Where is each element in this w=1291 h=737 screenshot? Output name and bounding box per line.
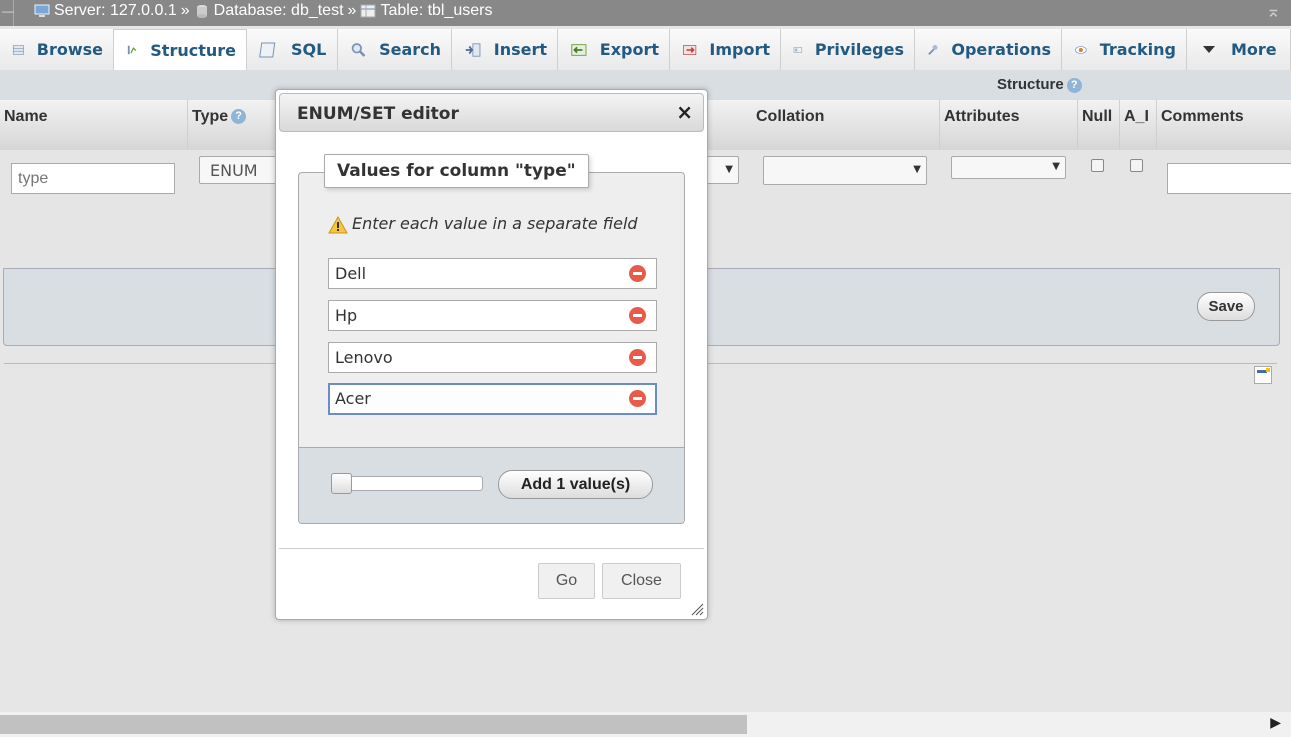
enum-value-input[interactable]: Hp [328,300,657,331]
column-header-ai: A_I [1120,100,1157,150]
close-icon[interactable]: × [676,100,693,124]
tab-label: More [1231,40,1277,59]
tab-structure[interactable]: Structure [114,29,247,70]
breadcrumb-separator: » [180,2,190,19]
structure-label: Structure? [997,76,1082,93]
tab-label: Search [379,40,441,59]
go-button[interactable]: Go [538,563,595,599]
tab-label: Export [599,40,659,59]
tab-bar: Browse Structure SQL Search Insert Expor… [0,29,1291,70]
column-header-attributes: Attributes [940,100,1078,150]
breadcrumb-table[interactable]: Table: tbl_users [380,2,492,20]
resize-grip-icon[interactable] [690,602,704,616]
null-checkbox[interactable] [1091,159,1104,172]
attributes-select[interactable]: ▼ [951,156,1066,179]
collation-select[interactable]: ▼ [763,156,927,185]
help-icon[interactable]: ? [231,109,247,125]
help-icon[interactable]: ? [1066,77,1082,93]
scrollbar-thumb[interactable] [0,715,747,734]
values-legend: Values for column "type" [324,154,589,188]
dialog-title: ENUM/SET editor [297,104,459,124]
enum-value-input[interactable]: Dell [328,258,657,289]
breadcrumb-bar: — Server: 127.0.0.1 » Database: db_test … [0,0,1291,26]
tab-operations[interactable]: Operations [915,29,1062,70]
tab-label: SQL [291,40,327,59]
breadcrumb: Server: 127.0.0.1 » Database: db_test » … [34,2,493,20]
browse-icon [12,44,24,55]
tab-export[interactable]: Export [558,29,670,70]
tab-insert[interactable]: Insert [452,29,558,70]
tab-tracking[interactable]: Tracking [1062,29,1187,70]
tab-label: Structure [150,40,236,60]
dialog-divider [279,548,704,549]
import-icon [683,44,697,55]
horizontal-scrollbar[interactable]: ▶ [0,712,1291,737]
tab-label: Insert [493,40,547,59]
remove-value-icon[interactable] [629,307,646,324]
remove-value-icon[interactable] [629,349,646,366]
tab-import[interactable]: Import [670,29,781,70]
value-count-slider[interactable] [331,473,483,494]
enum-set-editor-dialog: ENUM/SET editor × Values for column "typ… [275,89,708,620]
column-type-select[interactable]: ENUM [199,156,279,184]
remove-value-icon[interactable] [629,390,646,407]
tab-label: Privileges [814,40,904,59]
export-icon [571,43,587,56]
tab-sql[interactable]: SQL [247,29,338,70]
eye-icon [1075,45,1087,54]
triangle-down-icon [1203,45,1215,53]
warning-icon [328,215,348,233]
column-header-comments: Comments [1161,108,1244,125]
collapse-icon[interactable]: ⌅ [1266,1,1281,22]
column-header-null: Null [1078,100,1120,150]
navigation-toggle[interactable]: — [0,0,14,26]
breadcrumb-separator: » [347,2,357,19]
dialog-titlebar[interactable]: ENUM/SET editor × [279,93,704,132]
scroll-right-icon[interactable]: ▶ [1270,715,1281,731]
close-button[interactable]: Close [602,563,681,599]
add-values-button[interactable]: Add 1 value(s) [498,470,653,499]
save-button[interactable]: Save [1197,292,1255,321]
tab-search[interactable]: Search [338,29,452,70]
column-header-collation: Collation [752,100,940,150]
tab-label: Import [709,40,770,59]
column-header-type: Type? [188,100,283,150]
privileges-icon [793,46,803,53]
breadcrumb-server[interactable]: Server: 127.0.0.1 [54,2,177,20]
search-icon [351,42,366,57]
structure-icon [127,45,137,55]
slider-handle[interactable] [331,473,352,494]
server-icon [34,4,50,17]
tab-label: Tracking [1099,40,1176,59]
wrench-icon [928,44,938,55]
sql-icon [259,42,276,57]
remove-value-icon[interactable] [629,265,646,282]
ai-checkbox[interactable] [1130,159,1143,172]
hint-text: Enter each value in a separate field [328,214,638,234]
tab-more[interactable]: More [1187,29,1291,70]
tab-label: Browse [36,40,103,59]
database-icon [196,5,207,18]
tab-privileges[interactable]: Privileges [781,29,915,70]
breadcrumb-database[interactable]: Database: db_test [214,2,344,20]
insert-icon [465,42,481,57]
tab-label: Operations [951,40,1051,59]
column-header-name: Name [0,100,188,150]
enum-value-input[interactable]: Lenovo [328,342,657,373]
enum-value-input[interactable]: Acer [328,383,657,415]
comments-input[interactable] [1167,163,1291,194]
table-icon [360,4,376,18]
column-name-input[interactable] [11,163,175,194]
sticky-note-icon[interactable] [1254,366,1272,384]
tab-browse[interactable]: Browse [0,29,114,70]
